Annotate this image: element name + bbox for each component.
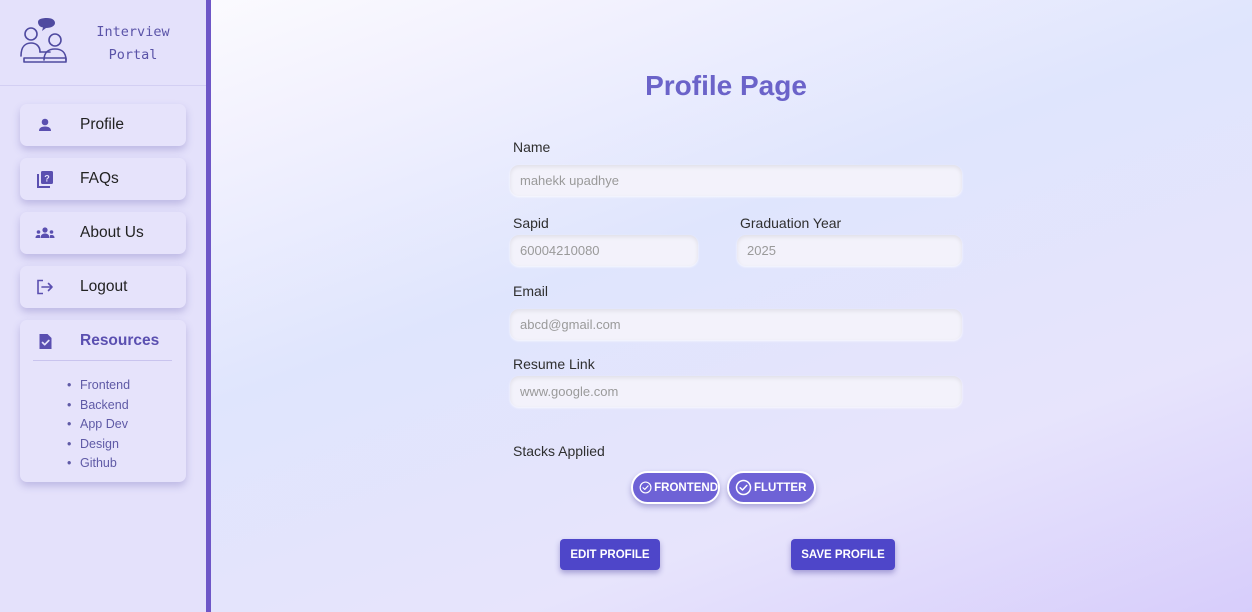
document-check-icon bbox=[35, 331, 55, 351]
edit-profile-button[interactable]: EDIT PROFILE bbox=[560, 539, 660, 570]
sidebar: Interview Portal Profile ? FAQs About Us… bbox=[0, 0, 211, 612]
stack-chip-flutter[interactable]: FLUTTER bbox=[727, 471, 816, 504]
resources-panel: Resources Frontend Backend App Dev Desig… bbox=[20, 320, 186, 482]
resources-header[interactable]: Resources bbox=[20, 320, 186, 362]
svg-text:?: ? bbox=[44, 174, 50, 184]
check-circle-icon bbox=[735, 479, 752, 496]
resume-link-field[interactable] bbox=[510, 376, 962, 407]
interview-people-icon bbox=[20, 18, 67, 63]
sidebar-item-about-us[interactable]: About Us bbox=[20, 212, 186, 254]
email-label: Email bbox=[513, 283, 549, 299]
logout-icon bbox=[35, 277, 55, 297]
save-profile-button[interactable]: SAVE PROFILE bbox=[791, 539, 895, 570]
resource-link-frontend[interactable]: Frontend bbox=[67, 376, 130, 396]
page-title: Profile Page bbox=[645, 70, 807, 101]
resources-divider bbox=[33, 360, 172, 361]
email-field[interactable] bbox=[510, 309, 962, 340]
resource-link-design[interactable]: Design bbox=[67, 435, 130, 455]
graduation-year-field[interactable] bbox=[737, 235, 962, 266]
check-circle-icon bbox=[639, 481, 652, 494]
resume-link-label: Resume Link bbox=[513, 356, 595, 372]
sidebar-item-logout[interactable]: Logout bbox=[20, 266, 186, 308]
stack-chip-frontend[interactable]: FRONTEND bbox=[631, 471, 720, 504]
question-book-icon: ? bbox=[35, 169, 55, 189]
brand-title: Interview Portal bbox=[96, 24, 170, 63]
resources-title: Resources bbox=[80, 332, 160, 349]
stack-chip-label: FLUTTER bbox=[754, 481, 807, 494]
sidebar-item-label: Logout bbox=[80, 278, 128, 295]
sidebar-item-label: FAQs bbox=[80, 170, 119, 187]
sapid-field[interactable] bbox=[510, 235, 698, 266]
group-icon bbox=[35, 223, 55, 243]
sidebar-item-label: Profile bbox=[80, 116, 124, 133]
resource-link-github[interactable]: Github bbox=[67, 454, 130, 474]
name-label: Name bbox=[513, 139, 551, 155]
resource-link-backend[interactable]: Backend bbox=[67, 396, 130, 416]
graduation-year-label: Graduation Year bbox=[740, 215, 842, 231]
stack-chip-label: FRONTEND bbox=[654, 481, 718, 494]
sidebar-item-label: About Us bbox=[80, 224, 144, 241]
sidebar-item-profile[interactable]: Profile bbox=[20, 104, 186, 146]
name-field[interactable] bbox=[510, 165, 962, 196]
resource-link-app-dev[interactable]: App Dev bbox=[67, 415, 130, 435]
stacks-applied-label: Stacks Applied bbox=[513, 443, 605, 459]
sapid-label: Sapid bbox=[513, 215, 549, 231]
resources-list: Frontend Backend App Dev Design Github bbox=[67, 376, 130, 474]
brand: Interview Portal bbox=[0, 0, 206, 86]
sidebar-item-faqs[interactable]: ? FAQs bbox=[20, 158, 186, 200]
person-icon bbox=[35, 115, 55, 135]
